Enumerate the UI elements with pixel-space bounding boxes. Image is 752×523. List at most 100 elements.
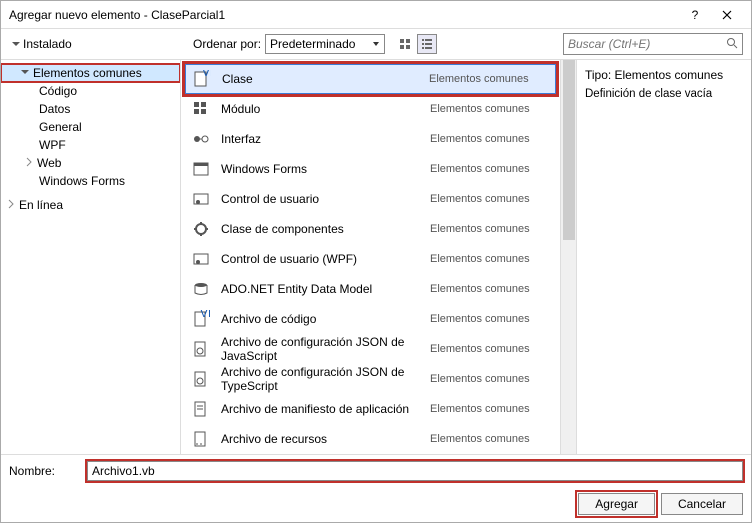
template-list: VB Clase Elementos comunes MóduloElementos … <box>181 60 560 454</box>
tree-item-online[interactable]: En línea <box>1 196 180 214</box>
button-bar: Agregar Cancelar <box>1 486 751 522</box>
sort-label: Ordenar por: <box>193 37 261 51</box>
sort-dropdown[interactable]: Predeterminado <box>265 34 385 54</box>
template-category: Elementos comunes <box>430 403 550 415</box>
template-item[interactable]: Archivo de manifiesto de aplicación Eleme… <box>185 394 556 424</box>
template-icon <box>191 249 211 269</box>
template-category: Elementos comunes <box>429 73 549 85</box>
close-button[interactable] <box>711 5 743 25</box>
template-item[interactable]: VB Archivo de código Elementos comunes <box>185 304 556 334</box>
cancel-label: Cancelar <box>678 497 726 511</box>
view-large-icons-button[interactable] <box>395 34 415 54</box>
template-item[interactable]: Archivo de recursos Elementos comunes <box>185 424 556 454</box>
cancel-button[interactable]: Cancelar <box>661 493 743 515</box>
template-icon <box>191 399 211 419</box>
description: Definición de clase vacía <box>585 88 743 100</box>
tree-item-datos[interactable]: Datos <box>1 100 180 118</box>
template-item[interactable]: Control de usuario (WPF) Elementos comune… <box>185 244 556 274</box>
template-item[interactable]: Clase de componentes Elementos comunes <box>185 214 556 244</box>
template-item[interactable]: VB Clase Elementos comunes <box>185 64 556 94</box>
content-area: Elementos comunes Código Datos General W… <box>1 59 751 454</box>
template-icon <box>191 189 211 209</box>
scrollbar-thumb[interactable] <box>563 60 575 240</box>
template-name: Windows Forms <box>221 162 420 176</box>
installed-header[interactable]: Instalado <box>23 37 72 51</box>
expand-arrow-icon <box>5 198 17 212</box>
tree-label: Datos <box>37 102 70 116</box>
tree-item-general[interactable]: General <box>1 118 180 136</box>
template-name: Control de usuario (WPF) <box>221 252 420 266</box>
template-category: Elementos comunes <box>430 433 550 445</box>
tree-item-common[interactable]: Elementos comunes <box>1 64 180 82</box>
template-category: Elementos comunes <box>430 193 550 205</box>
category-tree: Elementos comunes Código Datos General W… <box>1 60 181 454</box>
template-category: Elementos comunes <box>430 343 550 355</box>
template-icon <box>191 129 211 149</box>
tree-label: Elementos comunes <box>31 66 142 80</box>
type-label: Tipo: <box>585 68 611 82</box>
template-item[interactable]: Archivo de configuración JSON de JavaScr… <box>185 334 556 364</box>
template-icon <box>191 429 211 449</box>
tree-label: En línea <box>17 198 63 212</box>
template-name: Clase de componentes <box>221 222 420 236</box>
template-item[interactable]: ADO.NET Entity Data ModelElementos comun… <box>185 274 556 304</box>
tree-item-codigo[interactable]: Código <box>1 82 180 100</box>
template-category: Elementos comunes <box>430 313 550 325</box>
tree-label: Código <box>37 84 77 98</box>
name-bar: Nombre: <box>1 454 751 486</box>
template-category: Elementos comunes <box>430 253 550 265</box>
add-label: Agregar <box>595 497 638 511</box>
template-name: Archivo de recursos <box>221 432 420 446</box>
titlebar: Agregar nuevo elemento - ClaseParcial1 ? <box>1 1 751 29</box>
expand-arrow-icon <box>19 66 31 80</box>
type-value: Elementos comunes <box>614 68 723 82</box>
template-name: Archivo de código <box>221 312 420 326</box>
template-icon <box>191 369 211 389</box>
template-name: Clase <box>222 72 419 86</box>
collapse-installed-icon[interactable] <box>9 37 23 51</box>
tree-item-web[interactable]: Web <box>1 154 180 172</box>
template-category: Elementos comunes <box>430 373 550 385</box>
template-item[interactable]: Windows Forms Elementos comunes <box>185 154 556 184</box>
details-panel: Tipo: Elementos comunes Definición de cl… <box>576 60 751 454</box>
scrollbar[interactable] <box>560 60 576 454</box>
window-title: Agregar nuevo elemento - ClaseParcial1 <box>9 8 679 22</box>
tree-item-winforms[interactable]: Windows Forms <box>1 172 180 190</box>
template-icon <box>191 99 211 119</box>
template-item[interactable]: Interfaz Elementos comunes <box>185 124 556 154</box>
template-category: Elementos comunes <box>430 163 550 175</box>
grid-large-icon <box>399 38 411 50</box>
template-name: Interfaz <box>221 132 420 146</box>
template-name: Archivo de configuración JSON de JavaScr… <box>221 335 420 363</box>
dialog-window: Agregar nuevo elemento - ClaseParcial1 ?… <box>0 0 752 523</box>
template-name: Archivo de configuración JSON de TypeScr… <box>221 365 420 393</box>
search-input[interactable] <box>568 37 718 51</box>
template-icon <box>191 159 211 179</box>
svg-text:VB: VB <box>202 70 211 79</box>
tree-label: General <box>37 120 82 134</box>
view-list-button[interactable] <box>417 34 437 54</box>
template-item[interactable]: Archivo de configuración JSON de TypeScr… <box>185 364 556 394</box>
name-label: Nombre: <box>9 464 79 478</box>
template-name: Archivo de manifiesto de aplicación <box>221 402 420 416</box>
template-icon <box>191 339 211 359</box>
svg-text:VB: VB <box>200 310 210 320</box>
template-category: Elementos comunes <box>430 223 550 235</box>
help-button[interactable]: ? <box>679 5 711 25</box>
template-category: Elementos comunes <box>430 283 550 295</box>
search-box[interactable] <box>563 33 743 55</box>
search-icon <box>726 37 738 52</box>
sort-value: Predeterminado <box>270 37 355 51</box>
template-list-panel: VB Clase Elementos comunes MóduloElementos … <box>181 60 576 454</box>
list-icon <box>421 38 433 50</box>
template-category: Elementos comunes <box>430 133 550 145</box>
tree-item-wpf[interactable]: WPF <box>1 136 180 154</box>
template-icon: VB <box>191 309 211 329</box>
template-name: Control de usuario <box>221 192 420 206</box>
template-icon: VB <box>192 69 212 89</box>
template-item[interactable]: Control de usuario Elementos comunes <box>185 184 556 214</box>
filename-input[interactable] <box>87 461 743 481</box>
add-button[interactable]: Agregar <box>578 493 655 515</box>
template-item[interactable]: MóduloElementos comunes <box>185 94 556 124</box>
chevron-down-icon <box>372 37 380 51</box>
